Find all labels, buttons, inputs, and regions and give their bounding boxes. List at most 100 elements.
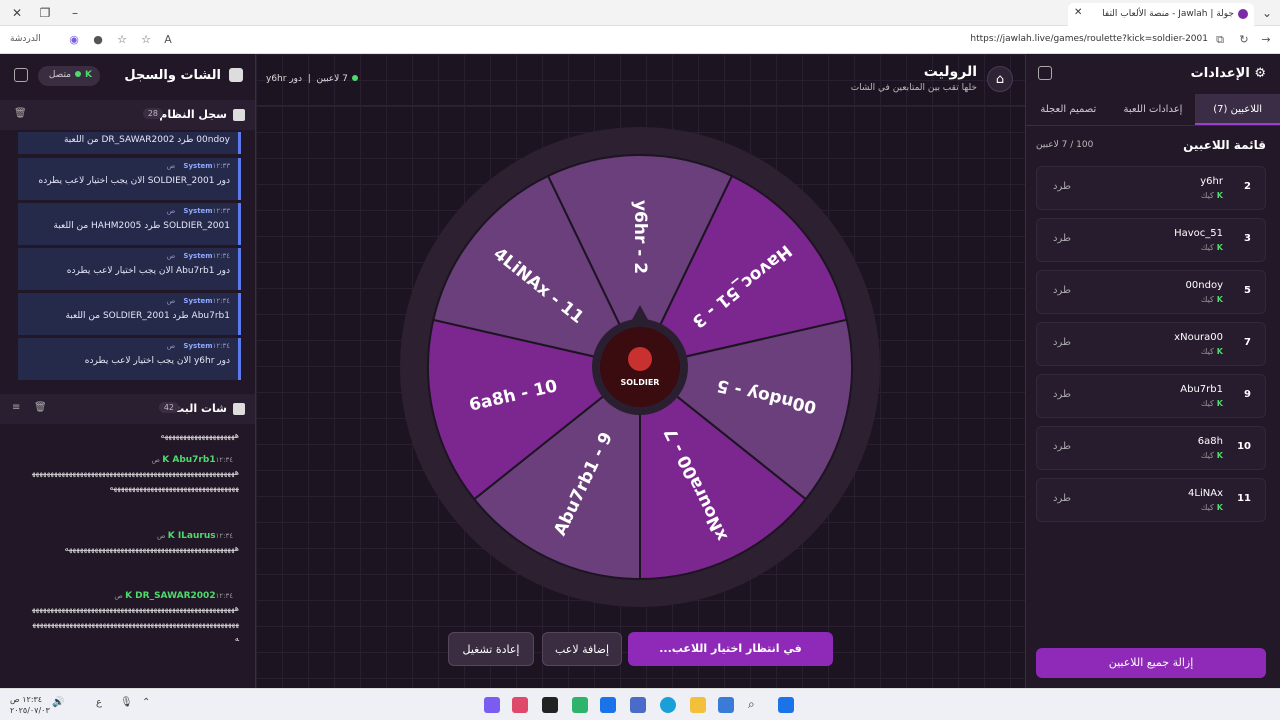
clear-log-trash-icon[interactable]: 🗑 xyxy=(14,108,27,119)
tab-close-icon[interactable]: ✕ xyxy=(1074,7,1082,18)
maximize-window-icon[interactable]: ❐ xyxy=(34,4,56,22)
stream-chat-header[interactable]: شات البث 42 🗑 ≡ xyxy=(0,394,255,424)
chat-message: K ILaurus١٢:٣٤ ص هههههههههههههههههههههههه… xyxy=(30,528,239,556)
log-icon xyxy=(233,109,245,121)
online-dot-icon xyxy=(351,75,358,81)
log-sender: System xyxy=(183,342,213,350)
player-platform: Kكيك xyxy=(1201,295,1223,304)
discord-icon[interactable] xyxy=(484,697,500,713)
site-favicon-icon xyxy=(1238,9,1248,19)
kick-logo-icon: K xyxy=(1216,503,1223,512)
chat-message: K DR_SAWAR2002١٢:٣٤ ص ههههههههههههههههههه… xyxy=(30,588,239,646)
player-name: Abu7rb1 xyxy=(1180,384,1223,395)
chat-message-body: هههههههههههههههههههههههههههههههههههههههه… xyxy=(64,544,239,553)
player-row: 11 4LiNAx Kكيك طرد xyxy=(1036,478,1266,522)
chat-icon xyxy=(229,68,243,82)
turn-label: دور y6hr xyxy=(266,74,303,84)
kick-player-button[interactable]: طرد xyxy=(1053,285,1071,296)
player-number: 3 xyxy=(1244,233,1251,244)
player-row: 5 00ndoy Kكيك طرد xyxy=(1036,270,1266,314)
read-aloud-icon[interactable]: A xyxy=(160,32,176,48)
app-icon[interactable] xyxy=(718,697,734,713)
kick-player-button[interactable]: طرد xyxy=(1053,389,1071,400)
tab-wheel-design[interactable]: تصميم العجلة xyxy=(1026,94,1111,125)
chat-title: الشات والسجل xyxy=(124,68,221,83)
player-row: 9 Abu7rb1 Kكيك طرد xyxy=(1036,374,1266,418)
filter-icon[interactable]: ≡ xyxy=(12,402,20,413)
profile-icon[interactable]: ● xyxy=(90,32,106,48)
system-log-entry: System١٢:٣٤ ص دور y6hr الان يجب اختيار لا… xyxy=(18,338,241,380)
tray-chevron-icon[interactable]: ⌃ xyxy=(142,697,158,713)
player-name: 00ndoy xyxy=(1185,280,1223,291)
add-favorite-icon[interactable]: ☆ xyxy=(138,32,154,48)
taskbar-clock[interactable]: ١٢:٣٤ ص ٢٠٢٥/٠٧/٠٣ xyxy=(10,694,50,716)
platform-label: كيك xyxy=(1200,243,1214,252)
chat-username[interactable]: DR_SAWAR2002 xyxy=(135,591,215,601)
tab-players[interactable]: اللاعبين (7) xyxy=(1195,94,1280,125)
log-sender: System xyxy=(183,297,213,305)
system-log-entry: System١٢:٣٣ ص دور SOLDIER_2001 الان يجب ا… xyxy=(18,158,241,200)
search-icon[interactable]: ⌕ xyxy=(748,697,764,713)
platform-label: كيك xyxy=(1200,295,1214,304)
obs-icon[interactable] xyxy=(542,697,558,713)
microphone-icon[interactable]: 🎙 xyxy=(120,697,136,713)
page-info-icon[interactable]: ⧉ xyxy=(1212,32,1228,48)
log-message: Abu7rb1 طرد SOLDIER_2001 من اللعبة xyxy=(65,311,230,321)
remove-all-players-button[interactable]: إزالة جميع اللاعبين xyxy=(1036,648,1266,678)
game-title: الروليت xyxy=(923,64,977,80)
app-icon[interactable] xyxy=(512,697,528,713)
game-subtitle: خلها تقب بين المتابعين في الشات xyxy=(850,83,977,93)
collapse-settings-icon[interactable] xyxy=(1038,66,1052,80)
kick-logo-icon: K xyxy=(1216,243,1223,252)
player-row: 10 6a8h Kكيك طرد xyxy=(1036,426,1266,470)
back-icon[interactable]: → xyxy=(1258,32,1274,48)
collapse-panel-icon[interactable] xyxy=(14,68,28,82)
favorites-icon[interactable]: ☆ xyxy=(114,32,130,48)
minimize-window-icon[interactable]: – xyxy=(64,4,86,22)
player-number: 7 xyxy=(1244,337,1251,348)
app-icon[interactable] xyxy=(630,697,646,713)
settings-header: ⚙ الإعدادات xyxy=(1026,54,1280,94)
edge-icon[interactable] xyxy=(660,697,676,713)
settings-tabs: اللاعبين (7) إعدادات اللعبة تصميم العجلة xyxy=(1026,94,1280,126)
system-log-header[interactable]: سجل النظام 28 🗑 xyxy=(0,100,255,130)
clear-chat-trash-icon[interactable]: 🗑 xyxy=(34,402,47,413)
add-player-button[interactable]: إضافة لاعب xyxy=(542,632,622,666)
refresh-icon[interactable]: ↻ xyxy=(1236,32,1252,48)
outlook-icon[interactable] xyxy=(600,697,616,713)
kick-player-button[interactable]: طرد xyxy=(1053,493,1071,504)
player-number: 5 xyxy=(1244,285,1251,296)
system-log-entry: System١٢:٣٤ ص دور Abu7rb1 الان يجب اختيار… xyxy=(18,248,241,290)
volume-icon[interactable]: 🔊 xyxy=(52,697,68,713)
home-icon[interactable]: ⌂ xyxy=(987,66,1013,92)
url-text[interactable]: https://jawlah.live/games/roulette?kick=… xyxy=(970,34,1208,44)
player-name: Havoc_51 xyxy=(1174,228,1223,239)
kick-player-button[interactable]: طرد xyxy=(1053,441,1071,452)
roulette-wheel[interactable]: y6hr - 2 Havoc_51 - 3 00ndoy - 5 xNoura00 -… xyxy=(398,125,882,609)
start-icon[interactable] xyxy=(778,697,794,713)
chat-username[interactable]: ILaurus xyxy=(178,531,216,541)
kick-logo-icon: K xyxy=(1216,451,1223,460)
platform-label: كيك xyxy=(1200,191,1214,200)
kick-player-button[interactable]: طرد xyxy=(1053,233,1071,244)
input-language[interactable]: ع xyxy=(96,697,112,713)
tab-game-settings[interactable]: إعدادات اللعبة xyxy=(1111,94,1196,125)
tab-list-chevron-icon[interactable]: ⌄ xyxy=(1256,4,1278,22)
copilot-icon[interactable]: ◉ xyxy=(66,32,82,48)
close-window-icon[interactable]: ✕ xyxy=(6,4,28,22)
kick-player-button[interactable]: طرد xyxy=(1053,337,1071,348)
log-message: SOLDIER_2001 طرد HAHM2005 من اللعبة xyxy=(53,221,230,231)
browser-tab[interactable]: جولة | Jawlah - منصة الألعاب التفا ✕ xyxy=(1068,3,1254,26)
chat-panel: الشات والسجل K متصل سجل النظام 28 🗑 00ndo… xyxy=(0,54,256,688)
platform-label: كيك xyxy=(1200,451,1214,460)
kick-logo-icon: K xyxy=(162,455,173,465)
kick-logo-icon: K xyxy=(1216,295,1223,304)
waiting-button[interactable]: في انتظار اختيار اللاعب... xyxy=(628,632,833,666)
kick-player-button[interactable]: طرد xyxy=(1053,181,1071,192)
settings-title: الإعدادات xyxy=(1190,66,1250,81)
chat-username[interactable]: Abu7rb1 xyxy=(172,455,215,465)
restart-button[interactable]: إعادة تشغيل xyxy=(448,632,534,666)
file-explorer-icon[interactable] xyxy=(690,697,706,713)
wheel-svg[interactable]: y6hr - 2Havoc_51 - 300ndoy - 5xNoura00 -… xyxy=(398,125,882,609)
app-icon[interactable] xyxy=(572,697,588,713)
